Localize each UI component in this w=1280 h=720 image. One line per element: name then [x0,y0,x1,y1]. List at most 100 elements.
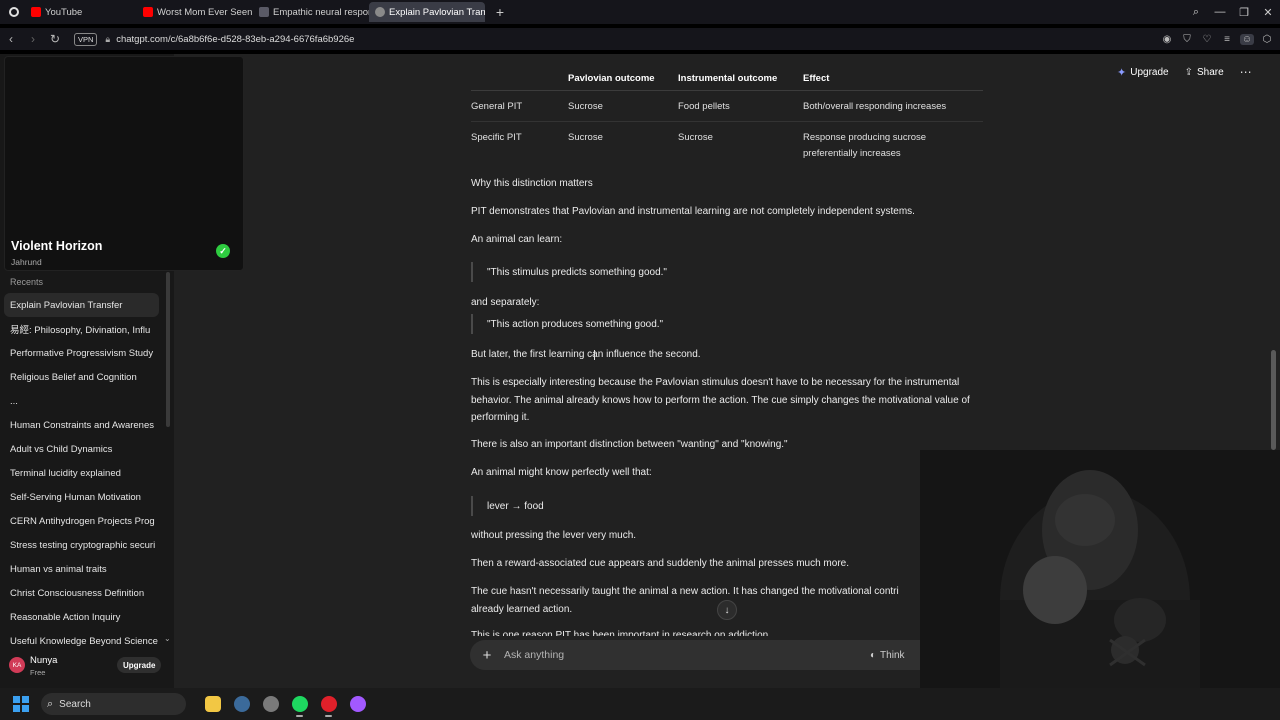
add-attachment-icon[interactable]: + [470,647,504,664]
paragraph: An animal might know perfectly well that… [471,467,652,478]
profile-icon[interactable]: ☺ [1240,33,1254,45]
user-name: Nunya [30,655,58,666]
opera-icon[interactable] [314,690,343,718]
minimize-icon[interactable]: — [1208,6,1232,18]
url-field[interactable]: chatgpt.com/c/6a8b6f6e-d528-83eb-a294-66… [116,34,354,45]
taskbar-search[interactable]: ⌕ Search [41,693,186,715]
close-window-icon[interactable]: ✕ [1256,6,1280,19]
back-icon[interactable]: ‹ [0,32,22,46]
table-header-row: Pavlovian outcome Instrumental outcome E… [471,68,983,91]
extensions-icon[interactable]: ⬡ [1260,34,1274,45]
sidebar-item-adult-vs-child[interactable]: Adult vs Child Dynamics [4,437,159,461]
chevron-down-icon: ⌄ [164,634,171,643]
blockquote: lever → food [471,496,544,516]
webcam-overlay [920,450,1280,688]
tab-youtube[interactable]: YouTube [25,2,137,22]
new-tab-button[interactable]: + [491,3,509,21]
pit-comparison-table: Pavlovian outcome Instrumental outcome E… [471,68,983,168]
composer: + ◐ Think [470,640,920,670]
paragraph: The cue hasn't necessarily taught the an… [471,586,899,597]
paragraph-continued: already learned action. [471,604,573,615]
camera-icon[interactable]: ◉ [1160,34,1174,45]
tab-worst-mom[interactable]: Worst Mom Ever Seen on [137,2,253,22]
table-cell: Specific PIT [471,131,522,143]
search-icon: ⌕ [47,697,54,710]
sidebar-item-explain-pavlovian-transfer[interactable]: Explain Pavlovian Transfer [4,293,159,317]
opera-menu-icon[interactable] [3,0,25,24]
sidebar-item-yijing[interactable]: 易經: Philosophy, Divination, Influ [4,317,159,341]
tab-explain-pavlovian[interactable]: Explain Pavlovian Transfer [369,2,485,22]
window-controls: ⌕ — ❐ ✕ [1184,0,1280,24]
blockquote: "This action produces something good." [471,314,663,334]
steam-icon[interactable] [227,690,256,718]
table-row: General PIT Sucrose Food pellets Both/ov… [471,90,983,122]
sidebar-item-performative-progressivism[interactable]: Performative Progressivism Study [4,341,159,365]
vpn-badge[interactable]: VPN [74,32,98,46]
sidebar-item-human-constraints[interactable]: Human Constraints and Awarenes [4,413,159,437]
more-options-icon[interactable]: ⋯ [1240,65,1253,79]
paragraph: and separately: [471,297,540,308]
recents-list: Explain Pavlovian Transfer 易經: Philosoph… [4,293,159,653]
sidebar-item-stress-testing[interactable]: Stress testing cryptographic securi [4,533,159,557]
text-cursor [594,350,595,360]
chrome-icon[interactable] [256,690,285,718]
sidebar-item-religious-belief[interactable]: Religious Belief and Cognition [4,365,159,389]
table-cell: Both/overall responding increases [803,90,983,122]
sidebar-item-self-serving[interactable]: Self-Serving Human Motivation [4,485,159,509]
paragraph: There is also an important distinction b… [471,439,788,450]
search-tabs-icon[interactable]: ⌕ [1184,6,1208,19]
scroll-to-bottom-button[interactable]: ↓ [717,600,737,620]
sidebar-item-ellipsis[interactable]: ... [4,389,159,413]
upgrade-label: Upgrade [1130,66,1169,78]
share-button[interactable]: ⇪ Share [1185,67,1224,78]
tab-label: Empathic neural response [273,6,369,18]
think-label: Think [880,649,905,661]
paragraph: An animal can learn: [471,234,563,245]
user-menu[interactable]: KA Nunya Free Upgrade [0,650,174,680]
table-header: Instrumental outcome [678,68,803,91]
windows-start-icon[interactable] [13,696,29,712]
address-bar-actions: ◉ ⛉ ♡ ≡ ☺ ⬡ [1160,28,1274,50]
reload-icon[interactable]: ↻ [44,32,66,46]
table-cell: Sucrose [568,90,678,122]
taskbar-apps [198,690,372,718]
tab-label: Worst Mom Ever Seen on [157,6,253,18]
webcam-image [920,450,1280,688]
user-plan: Free [30,668,46,677]
menu-icon[interactable]: ≡ [1220,34,1234,45]
overlay-title: Violent Horizon [11,239,103,253]
main-scrollbar[interactable] [1271,60,1276,450]
table-cell: Response producing sucrose preferentiall… [803,131,927,159]
lightbulb-icon: ◐ [870,649,877,661]
prompt-input[interactable] [504,649,834,661]
table-row: Specific PIT Sucrose Sucrose Response pr… [471,121,983,168]
sidebar-item-reasonable-action[interactable]: Reasonable Action Inquiry [4,605,159,629]
page-favicon-icon [259,7,269,17]
sidebar-item-christ-consciousness[interactable]: Christ Consciousness Definition [4,581,159,605]
heart-icon[interactable]: ♡ [1200,34,1214,45]
sidebar-item-cern-antihydrogen[interactable]: CERN Antihydrogen Projects Prog [4,509,159,533]
table-cell: Sucrose [678,131,713,143]
sidebar-scrollbar[interactable] [166,272,170,427]
address-bar: ‹ › ↻ VPN 🔒︎ chatgpt.com/c/6a8b6f6e-d528… [0,28,1280,50]
recents-label: Recents [10,277,44,287]
check-icon: ✓ [216,244,230,258]
spotify-icon[interactable] [285,690,314,718]
chatgpt-favicon-icon [375,7,385,17]
sidebar-item-human-vs-animal[interactable]: Human vs animal traits [4,557,159,581]
header-upgrade-button[interactable]: ✦ Upgrade [1117,66,1169,79]
paragraph: This is especially interesting because t… [471,377,970,423]
shield-icon[interactable]: ⛉ [1180,34,1194,45]
sidebar-item-terminal-lucidity[interactable]: Terminal lucidity explained [4,461,159,485]
forward-icon[interactable]: › [22,32,44,46]
youtube-favicon-icon [143,7,153,17]
lock-icon[interactable]: 🔒︎ [105,34,110,45]
file-explorer-icon[interactable] [198,690,227,718]
think-button[interactable]: ◐ Think [870,650,905,661]
header-actions: ✦ Upgrade ⇪ Share ⋯ [1117,65,1253,79]
opera-gx-icon[interactable] [343,690,372,718]
sidebar-upgrade-button[interactable]: Upgrade [117,657,162,673]
tab-empathic-neural[interactable]: Empathic neural response [253,2,369,22]
restore-icon[interactable]: ❐ [1232,6,1256,19]
table-header [471,68,568,91]
